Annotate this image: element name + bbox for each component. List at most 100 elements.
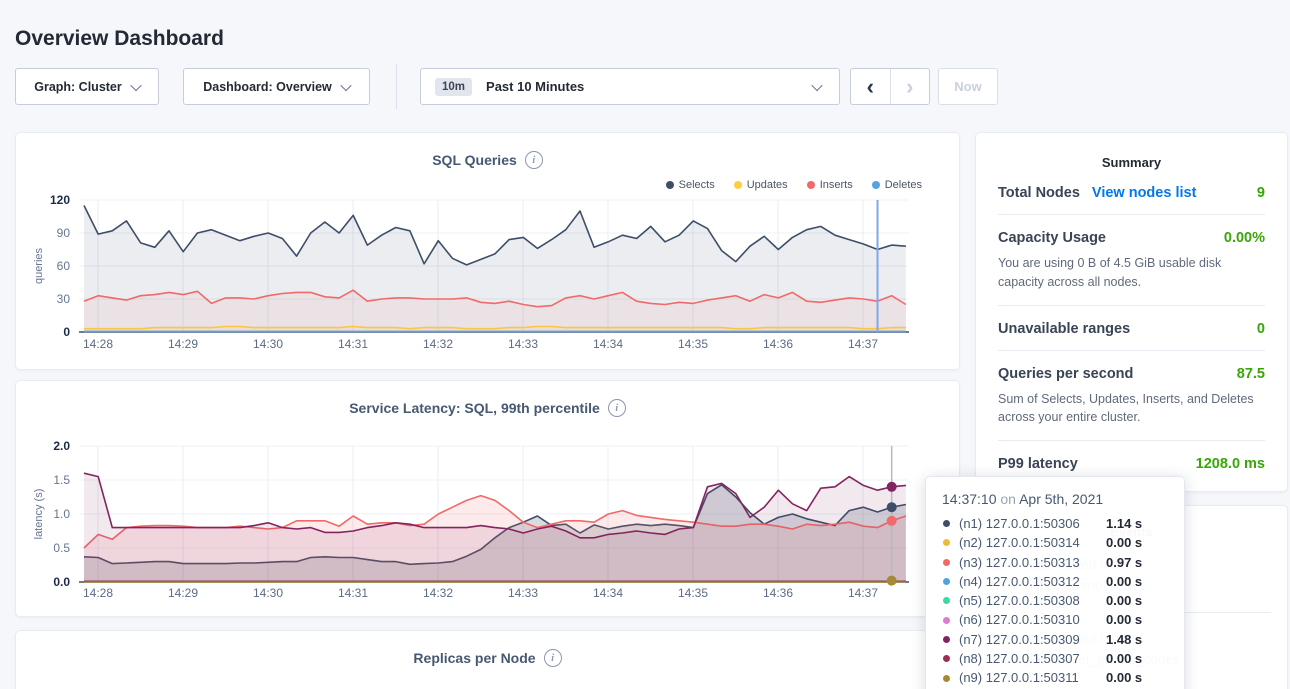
- tooltip-node-row: (n1) 127.0.0.1:503061.14 s: [940, 514, 1170, 533]
- node-color-dot-icon: [943, 559, 950, 566]
- svg-text:120: 120: [50, 193, 70, 207]
- tooltip-node-value: 0.00 s: [1106, 533, 1142, 552]
- tooltip-node-label: (n3) 127.0.0.1:50313: [959, 553, 1106, 572]
- summary-row-capacity-usage: Capacity Usage 0.00% You are using 0 B o…: [998, 215, 1265, 306]
- svg-text:14:34: 14:34: [593, 337, 623, 351]
- svg-text:14:28: 14:28: [83, 586, 113, 600]
- qps-value: 87.5: [1237, 366, 1265, 382]
- tooltip-node-row: (n7) 127.0.0.1:503091.48 s: [940, 630, 1170, 649]
- summary-row-total-nodes: Total Nodes View nodes list 9: [998, 170, 1265, 215]
- svg-text:1.0: 1.0: [53, 507, 70, 521]
- service-latency-chart[interactable]: 14:28 14:29 14:30 14:31 14:32 14:33 14:34 14:35…: [16, 381, 961, 618]
- svg-text:0.0: 0.0: [53, 575, 70, 589]
- next-range-button[interactable]: ›: [891, 69, 930, 104]
- prev-range-button[interactable]: ‹: [851, 69, 891, 104]
- service-latency-panel: Service Latency: SQL, 99th percentile i …: [15, 380, 960, 617]
- tooltip-node-label: (n2) 127.0.0.1:50314: [959, 533, 1106, 552]
- tooltip-node-value: 0.00 s: [1106, 649, 1142, 668]
- total-nodes-label: Total Nodes: [998, 185, 1080, 201]
- now-button[interactable]: Now: [938, 68, 998, 105]
- svg-text:1.5: 1.5: [53, 473, 70, 487]
- tooltip-node-value: 0.00 s: [1106, 610, 1142, 629]
- tooltip-node-row: (n3) 127.0.0.1:503130.97 s: [940, 553, 1170, 572]
- tooltip-node-value: 0.00 s: [1106, 572, 1142, 591]
- qps-desc: Sum of Selects, Updates, Inserts, and De…: [998, 390, 1265, 428]
- svg-text:14:37: 14:37: [848, 586, 878, 600]
- capacity-usage-desc: You are using 0 B of 4.5 GiB usable disk…: [998, 254, 1265, 292]
- total-nodes-value: 9: [1257, 185, 1265, 201]
- node-color-dot-icon: [943, 675, 950, 682]
- sql-queries-chart[interactable]: 14:2814:2914:3014:3114:3214:3314:3414:35…: [16, 133, 961, 371]
- svg-text:0.5: 0.5: [53, 541, 70, 555]
- svg-text:14:34: 14:34: [593, 586, 623, 600]
- tooltip-timestamp: 14:37:10 on Apr 5th, 2021: [942, 491, 1170, 507]
- tooltip-node-label: (n9) 127.0.0.1:50311: [959, 668, 1106, 687]
- tooltip-node-row: (n5) 127.0.0.1:503080.00 s: [940, 591, 1170, 610]
- capacity-usage-value: 0.00%: [1224, 230, 1265, 246]
- tooltip-node-value: 0.97 s: [1106, 553, 1142, 572]
- node-color-dot-icon: [943, 578, 950, 585]
- tooltip-node-row: (n8) 127.0.0.1:503070.00 s: [940, 649, 1170, 668]
- view-nodes-list-link[interactable]: View nodes list: [1092, 185, 1197, 201]
- node-color-dot-icon: [943, 539, 950, 546]
- graph-dropdown-label: Graph: Cluster: [34, 80, 122, 94]
- svg-text:14:32: 14:32: [423, 337, 453, 351]
- tooltip-node-label: (n7) 127.0.0.1:50309: [959, 630, 1106, 649]
- svg-text:14:32: 14:32: [423, 586, 453, 600]
- svg-text:14:29: 14:29: [168, 586, 198, 600]
- tooltip-node-row: (n4) 127.0.0.1:503120.00 s: [940, 572, 1170, 591]
- chart-hover-tooltip: 14:37:10 on Apr 5th, 2021 (n1) 127.0.0.1…: [925, 476, 1185, 689]
- tooltip-node-row: (n2) 127.0.0.1:503140.00 s: [940, 533, 1170, 552]
- qps-label: Queries per second: [998, 366, 1133, 382]
- time-step-buttons: ‹ ›: [850, 68, 930, 105]
- time-range-selector[interactable]: 10m Past 10 Minutes: [420, 68, 840, 105]
- dashboard-dropdown[interactable]: Dashboard: Overview: [183, 68, 370, 105]
- svg-text:30: 30: [57, 292, 71, 306]
- info-icon[interactable]: i: [544, 649, 562, 667]
- svg-text:14:36: 14:36: [763, 586, 793, 600]
- tooltip-node-value: 1.48 s: [1106, 630, 1142, 649]
- svg-text:14:31: 14:31: [338, 586, 368, 600]
- svg-text:queries: queries: [33, 247, 45, 284]
- summary-panel: Summary Total Nodes View nodes list 9 Ca…: [975, 132, 1288, 492]
- unavailable-ranges-value: 0: [1257, 321, 1265, 337]
- tooltip-node-label: (n1) 127.0.0.1:50306: [959, 514, 1106, 533]
- replicas-per-node-panel: Replicas per Node i: [15, 630, 960, 689]
- svg-text:14:30: 14:30: [253, 586, 283, 600]
- svg-text:latency (s): latency (s): [33, 489, 45, 540]
- svg-text:2.0: 2.0: [53, 439, 70, 453]
- svg-text:14:37: 14:37: [848, 337, 878, 351]
- tooltip-node-value: 0.00 s: [1106, 668, 1142, 687]
- svg-text:14:35: 14:35: [678, 337, 708, 351]
- unavailable-ranges-label: Unavailable ranges: [998, 321, 1130, 337]
- node-color-dot-icon: [943, 617, 950, 624]
- tooltip-node-row: (n6) 127.0.0.1:503100.00 s: [940, 610, 1170, 629]
- svg-text:14:35: 14:35: [678, 586, 708, 600]
- svg-text:14:30: 14:30: [253, 337, 283, 351]
- tooltip-node-label: (n4) 127.0.0.1:50312: [959, 572, 1106, 591]
- chevron-down-icon: [811, 79, 822, 90]
- tooltip-node-label: (n6) 127.0.0.1:50310: [959, 610, 1106, 629]
- tooltip-node-label: (n5) 127.0.0.1:50308: [959, 591, 1106, 610]
- node-color-dot-icon: [943, 655, 950, 662]
- tooltip-node-label: (n8) 127.0.0.1:50307: [959, 649, 1106, 668]
- svg-text:60: 60: [57, 259, 71, 273]
- svg-text:0: 0: [63, 325, 70, 339]
- p99-latency-value: 1208.0 ms: [1196, 456, 1265, 472]
- sql-queries-panel: SQL Queries i SelectsUpdatesInsertsDelet…: [15, 132, 960, 370]
- tooltip-node-row: (n9) 127.0.0.1:503110.00 s: [940, 668, 1170, 687]
- node-color-dot-icon: [943, 636, 950, 643]
- svg-text:14:28: 14:28: [83, 337, 113, 351]
- svg-text:14:33: 14:33: [508, 586, 538, 600]
- toolbar-divider: [396, 64, 397, 109]
- chevron-down-icon: [340, 79, 351, 90]
- capacity-usage-label: Capacity Usage: [998, 230, 1106, 246]
- graph-dropdown[interactable]: Graph: Cluster: [15, 68, 159, 105]
- dashboard-dropdown-label: Dashboard: Overview: [203, 80, 332, 94]
- svg-text:14:36: 14:36: [763, 337, 793, 351]
- svg-text:14:31: 14:31: [338, 337, 368, 351]
- time-range-label: Past 10 Minutes: [486, 79, 584, 94]
- svg-text:90: 90: [57, 226, 71, 240]
- tooltip-node-value: 0.00 s: [1106, 591, 1142, 610]
- node-color-dot-icon: [943, 597, 950, 604]
